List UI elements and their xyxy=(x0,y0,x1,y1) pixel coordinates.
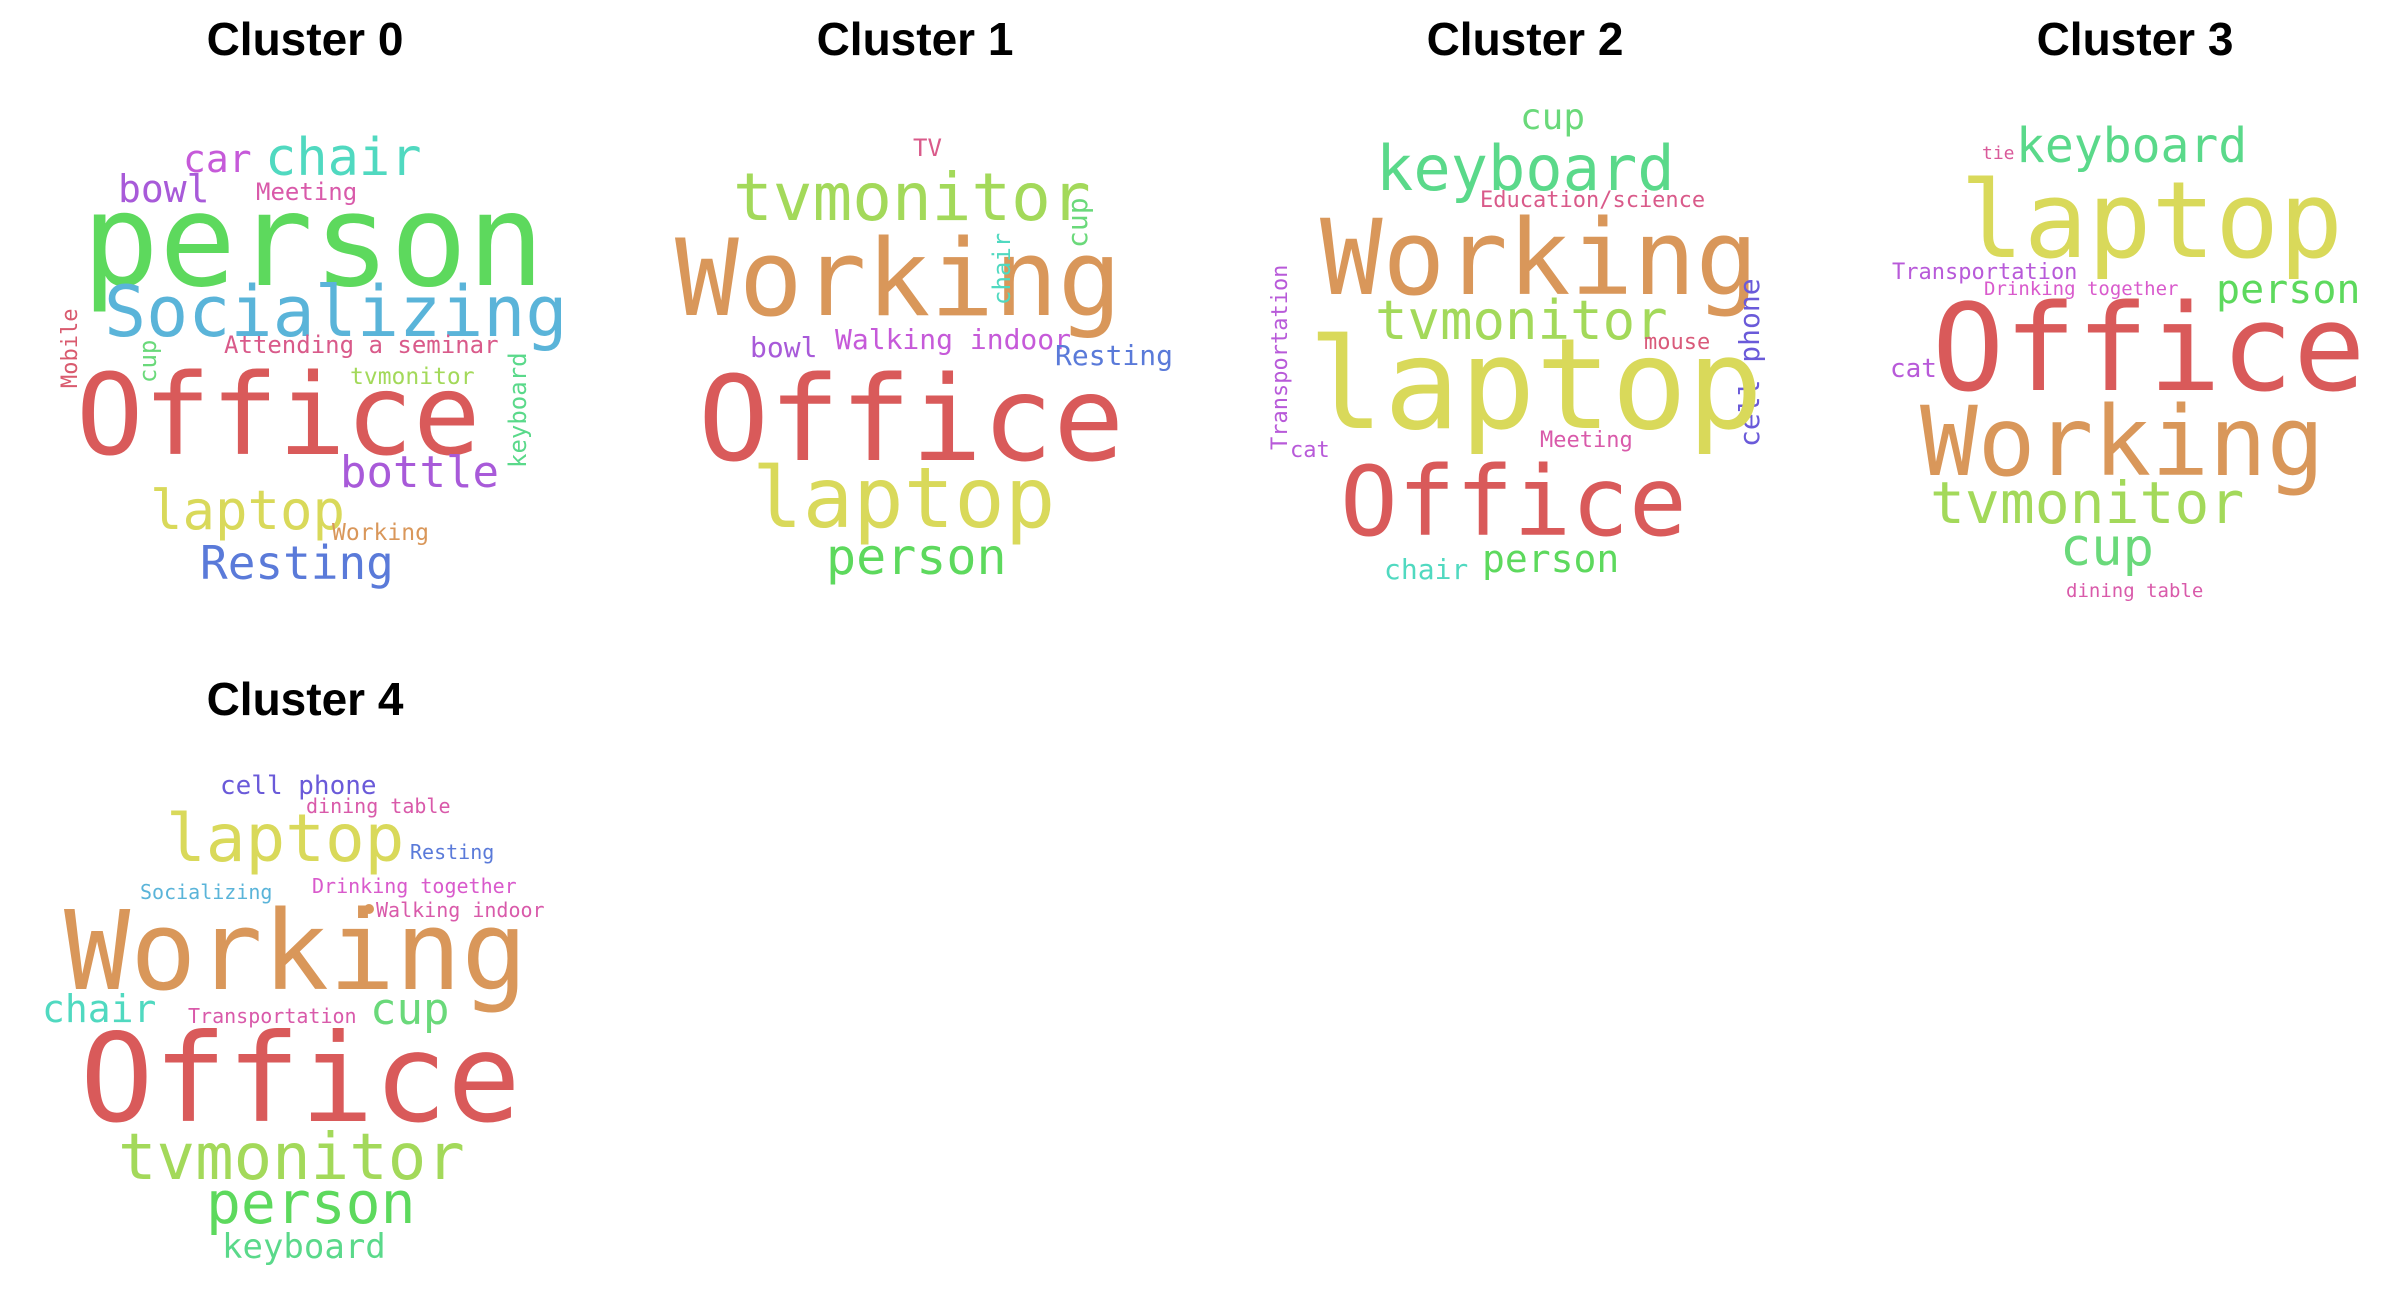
word-person: person xyxy=(1482,537,1620,581)
word-laptop: laptop xyxy=(150,479,346,542)
word-mobile: Mobile xyxy=(58,308,83,388)
word-meeting: Meeting xyxy=(256,178,358,206)
word-cup: cup xyxy=(2060,518,2154,578)
cluster-0-panel: Cluster 0 person Socializing Office chai… xyxy=(0,0,610,640)
word-transportation: Transportation xyxy=(1268,264,1293,450)
word-keyboard: keyboard xyxy=(504,352,532,468)
word-person: person xyxy=(206,1169,416,1237)
word-laptop: laptop xyxy=(166,800,405,877)
word-bottle: bottle xyxy=(340,447,499,498)
word-chair: chair xyxy=(1384,553,1469,586)
word-resting: Resting xyxy=(200,536,394,590)
word-cup: cup xyxy=(1520,97,1586,138)
word-resting: Resting xyxy=(410,840,495,864)
word-attending-a-seminar: Attending a seminar xyxy=(224,331,499,359)
cluster-title: Cluster 3 xyxy=(2036,13,2234,65)
cluster-title: Cluster 0 xyxy=(206,13,404,65)
cluster-title: Cluster 4 xyxy=(206,673,404,725)
word-working: Working xyxy=(675,217,1122,340)
word-tv: TV xyxy=(913,134,942,162)
cluster-3-panel: Cluster 3 tie keyboard laptop Transporta… xyxy=(1830,0,2400,640)
cluster-1-panel: Cluster 1 TV tvmonitor Working chair cup… xyxy=(610,0,1220,640)
word-bowl: bowl xyxy=(118,167,210,211)
word-tvmonitor: tvmonitor xyxy=(350,364,475,390)
word-laptop: laptop xyxy=(1308,311,1764,458)
cluster-2-panel: Cluster 2 cup keyboard Education/science… xyxy=(1220,0,1830,640)
cluster-4-panel: Cluster 4 cell phone dining table laptop… xyxy=(0,660,610,1312)
word-person: person xyxy=(826,528,1007,586)
cluster-title: Cluster 1 xyxy=(816,13,1014,65)
word-cat: cat xyxy=(1290,438,1330,463)
dot-marker xyxy=(364,904,374,914)
word-chair: chair xyxy=(988,232,1016,305)
word-keyboard: keyboard xyxy=(222,1227,386,1267)
word-laptop: laptop xyxy=(1960,159,2343,282)
word-cup: cup xyxy=(134,339,162,383)
word-cat: cat xyxy=(1890,354,1937,384)
word-chair: chair xyxy=(265,128,422,188)
word-dining-table: dining table xyxy=(2066,580,2204,602)
word-cup: cup xyxy=(1061,197,1094,248)
word-office: Office xyxy=(1340,446,1687,558)
cluster-title: Cluster 2 xyxy=(1426,13,1624,65)
